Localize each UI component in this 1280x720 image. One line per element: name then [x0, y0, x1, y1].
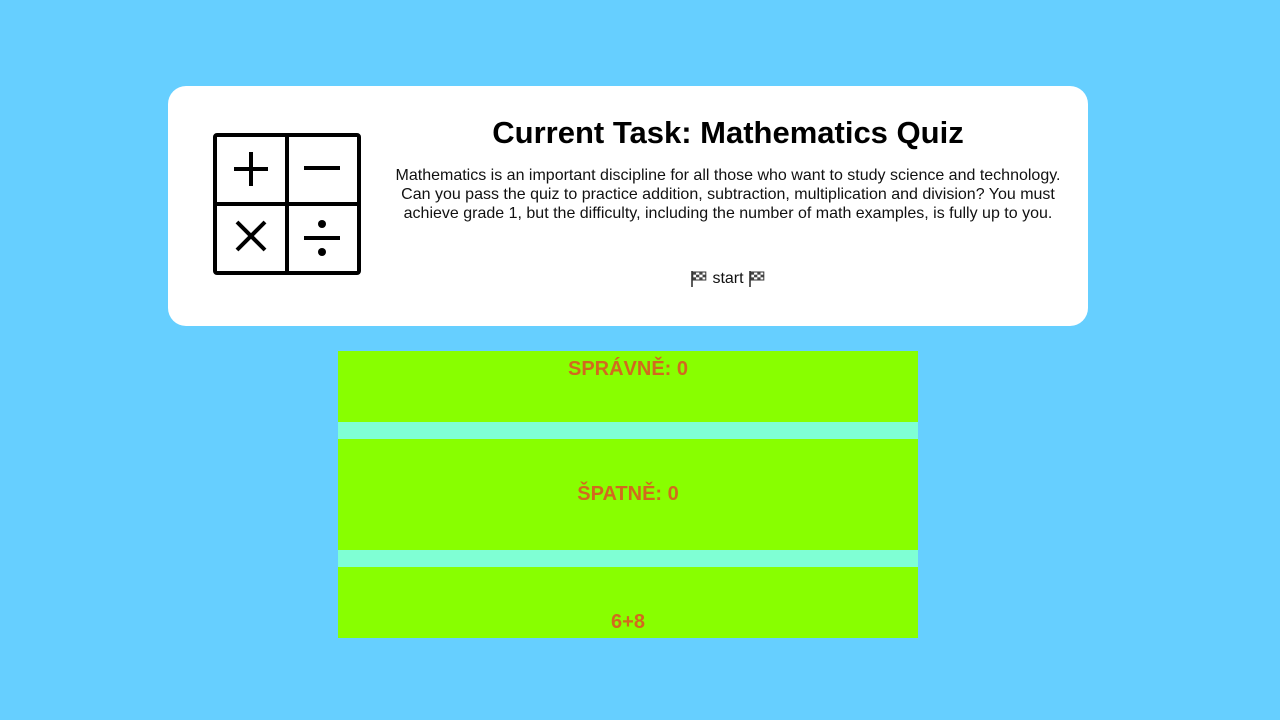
divider	[338, 550, 918, 567]
wrong-score: ŠPATNĚ: 0	[577, 483, 679, 505]
start-label: start	[712, 270, 744, 287]
math-problem: 6+8	[611, 611, 645, 633]
wrong-score-panel: ŠPATNĚ: 0	[338, 439, 918, 550]
task-card: Current Task: Mathematics Quiz Mathemati…	[168, 86, 1088, 326]
divider	[338, 422, 918, 439]
checkered-flag-icon	[691, 270, 707, 287]
quiz-board: SPRÁVNĚ: 0 ŠPATNĚ: 0 6+8	[338, 351, 918, 638]
correct-score-panel: SPRÁVNĚ: 0	[338, 351, 918, 422]
checkered-flag-icon	[748, 270, 764, 287]
page-title: Current Task: Mathematics Quiz	[492, 115, 964, 150]
task-description: Mathematics is an important discipline f…	[395, 167, 1061, 222]
start-button[interactable]: start	[388, 268, 1068, 290]
task-text-area: Current Task: Mathematics Quiz Mathemati…	[388, 86, 1068, 287]
correct-score: SPRÁVNĚ: 0	[567, 358, 689, 380]
math-operators-icon	[213, 133, 361, 275]
problem-panel: 6+8	[338, 567, 918, 638]
